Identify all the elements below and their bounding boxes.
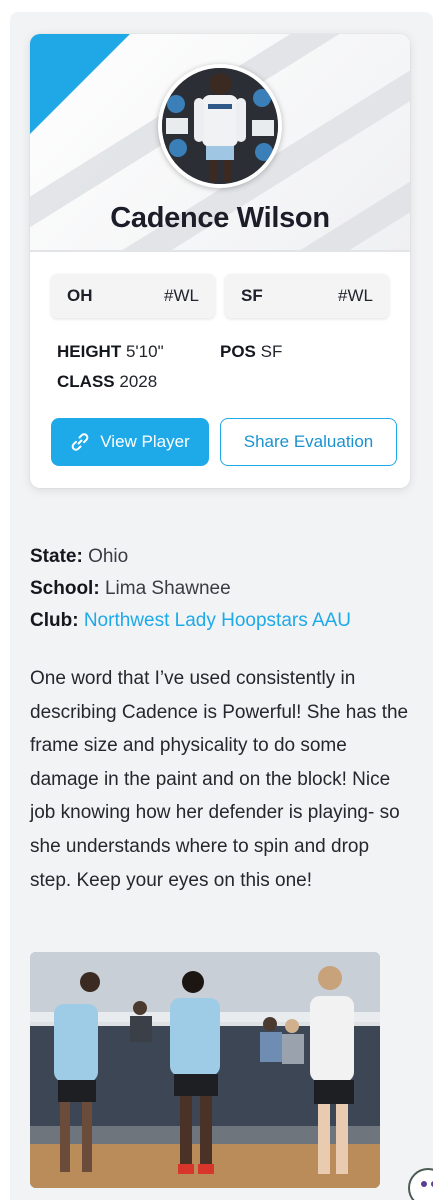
detail-label: State: [30, 546, 83, 567]
view-player-button[interactable]: View Player [51, 418, 209, 466]
player-avatar-photo [162, 68, 278, 184]
share-evaluation-button[interactable]: Share Evaluation [220, 418, 397, 466]
rank-scope: OH [67, 286, 93, 305]
rank-value: #WL [338, 286, 373, 305]
stat-height: HEIGHT 5'10" [57, 342, 164, 362]
rank-box-position: SF #WL [225, 274, 389, 318]
evaluation-text: One word that I’ve used consistently in … [30, 668, 409, 891]
game-photo [30, 952, 380, 1188]
detail-label: School: [30, 578, 100, 599]
player-avatar [158, 64, 282, 188]
rank-value: #WL [164, 286, 199, 305]
stat-class: CLASS 2028 [57, 372, 157, 392]
rank-scope: SF [241, 286, 263, 305]
player-card-header: Cadence Wilson [30, 34, 410, 252]
player-name: Cadence Wilson [110, 202, 330, 234]
stat-value: 2028 [119, 372, 158, 391]
player-card: Cadence Wilson OH #WL SF #WL HEIGHT 5'10… [30, 34, 410, 488]
game-photo-image [30, 952, 380, 1188]
stat-value: 5'10" [125, 342, 164, 361]
rank-box-state: OH #WL [51, 274, 215, 318]
detail-club: Club: Northwest Lady Hoopstars AAU [30, 610, 351, 632]
detail-state: State: Ohio [30, 546, 128, 568]
detail-school: School: Lima Shawnee [30, 578, 231, 600]
stat-value: SF [260, 342, 283, 361]
club-link[interactable]: Northwest Lady Hoopstars AAU [84, 610, 351, 631]
chat-widget-icon [421, 1181, 433, 1187]
stat-position: POS SF [220, 342, 282, 362]
detail-label: Club: [30, 610, 79, 631]
detail-value: Lima Shawnee [104, 578, 231, 599]
stat-label: HEIGHT [57, 342, 122, 361]
accent-corner [30, 34, 130, 134]
link-icon [71, 433, 89, 451]
chat-widget-button[interactable] [408, 1168, 433, 1200]
detail-value: Ohio [88, 546, 129, 567]
view-player-label: View Player [100, 432, 190, 451]
share-evaluation-label: Share Evaluation [243, 432, 374, 451]
stat-label: POS [220, 342, 256, 361]
stat-label: CLASS [57, 372, 115, 391]
